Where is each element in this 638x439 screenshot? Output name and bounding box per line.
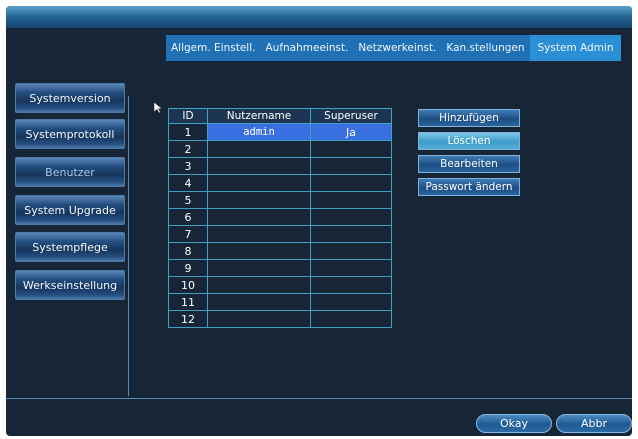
cell-superuser [310,276,392,294]
cell-superuser [310,208,392,226]
cell-username [207,174,311,192]
cell-id: 5 [168,191,208,209]
tab-network[interactable]: Netzwerkeinst. [353,35,441,61]
cell-superuser [310,225,392,243]
column-header-superuser: Superuser [310,108,392,124]
edit-user-button[interactable]: Bearbeiten [418,155,520,173]
sidebar-divider [128,96,129,396]
cell-id: 10 [168,276,208,294]
cell-id: 11 [168,293,208,311]
cell-superuser [310,140,392,158]
sidebar-item-system-upgrade[interactable]: System Upgrade [15,195,125,225]
cell-id: 2 [168,140,208,158]
add-user-button[interactable]: Hinzufügen [418,109,520,127]
table-row[interactable]: 10 [168,276,392,294]
cell-id: 9 [168,259,208,277]
cell-id: 4 [168,174,208,192]
cell-superuser [310,157,392,175]
cell-superuser [310,259,392,277]
cell-superuser: Ja [310,123,392,141]
tab-general[interactable]: Allgem. Einstell. [166,35,260,61]
cell-superuser [310,293,392,311]
footer-divider [6,398,632,399]
table-row[interactable]: 3 [168,157,392,175]
sidebar-item-system-log[interactable]: Systemprotokoll [15,119,125,149]
table-row[interactable]: 5 [168,191,392,209]
table-row[interactable]: 11 [168,293,392,311]
cell-id: 1 [168,123,208,141]
tab-channels[interactable]: Kan.stellungen [441,35,529,61]
settings-tabs: Allgem. Einstell. Aufnahmeeinst. Netzwer… [166,35,622,61]
cell-superuser [310,242,392,260]
table-row[interactable]: 7 [168,225,392,243]
sidebar-item-system-version[interactable]: Systemversion [15,83,125,113]
change-password-button[interactable]: Passwort ändern [418,178,520,196]
cell-superuser [310,191,392,209]
okay-button[interactable]: Okay [476,414,552,433]
cell-id: 6 [168,208,208,226]
tab-recording[interactable]: Aufnahmeeinst. [260,35,353,61]
cell-id: 7 [168,225,208,243]
cell-username [207,191,311,209]
cell-username [207,208,311,226]
table-row[interactable]: 8 [168,242,392,260]
cell-username [207,276,311,294]
cell-superuser [310,310,392,328]
tab-system-admin[interactable]: System Admin [529,35,622,61]
cell-id: 3 [168,157,208,175]
title-bar [6,6,632,28]
column-header-id: ID [168,108,208,124]
sidebar-item-factory-reset[interactable]: Werkseinstellung [15,270,125,300]
table-row[interactable]: 9 [168,259,392,277]
cell-username [207,259,311,277]
table-header-row: ID Nutzername Superuser [168,108,392,124]
mouse-pointer-icon [154,102,163,114]
table-row[interactable]: 2 [168,140,392,158]
table-row[interactable]: 12 [168,310,392,328]
nvr-settings-window: Allgem. Einstell. Aufnahmeeinst. Netzwer… [6,6,632,436]
table-row[interactable]: 4 [168,174,392,192]
delete-user-button[interactable]: Löschen [418,132,520,150]
cell-superuser [310,174,392,192]
user-table: ID Nutzername Superuser 1 admin Ja 2 3 4… [168,108,392,328]
column-header-username: Nutzername [207,108,311,124]
cell-username [207,140,311,158]
cell-username: admin [207,123,311,141]
cell-username [207,293,311,311]
cancel-button[interactable]: Abbr [556,414,632,433]
sidebar-item-users[interactable]: Benutzer [15,157,125,187]
cell-username [207,225,311,243]
cell-username [207,157,311,175]
cell-id: 12 [168,310,208,328]
cell-username [207,310,311,328]
table-row[interactable]: 6 [168,208,392,226]
table-row[interactable]: 1 admin Ja [168,123,392,141]
cell-id: 8 [168,242,208,260]
sidebar-item-maintenance[interactable]: Systempflege [15,232,125,262]
cell-username [207,242,311,260]
